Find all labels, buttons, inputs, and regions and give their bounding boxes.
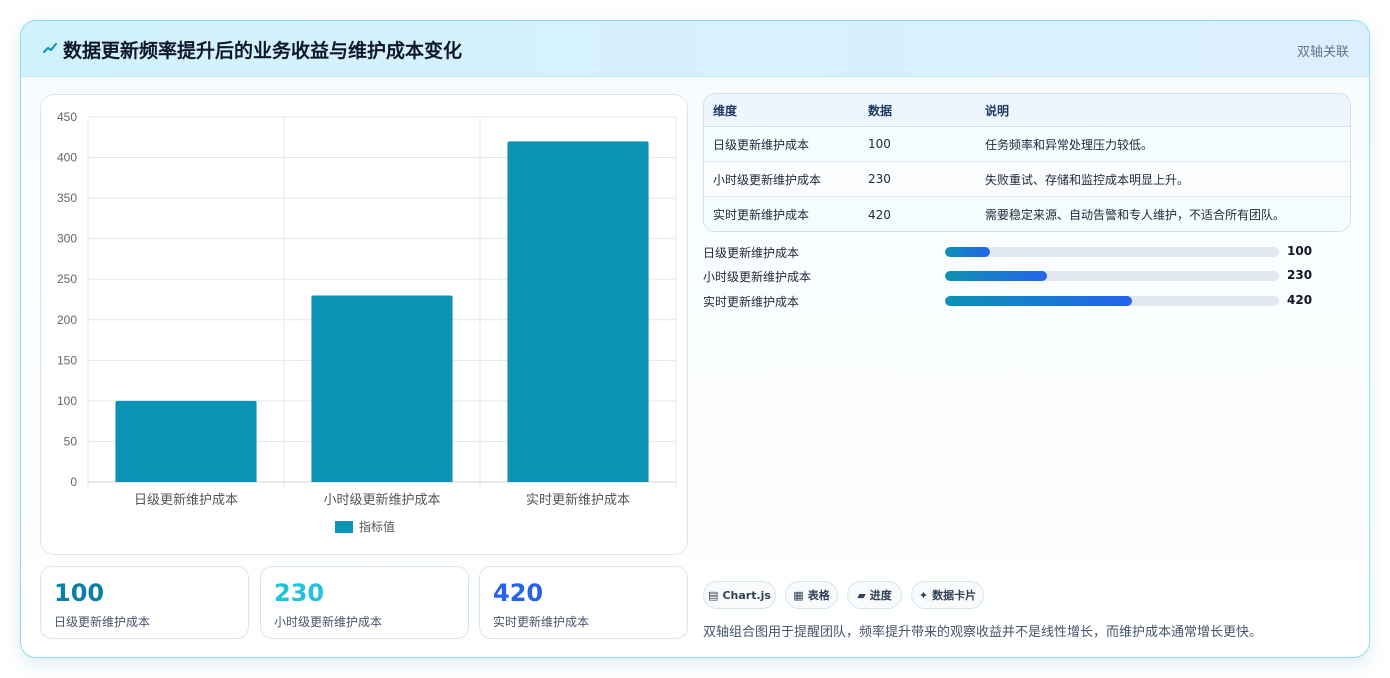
chip-table[interactable]: ▦ 表格 <box>785 581 838 609</box>
progress-icon: ▰ <box>857 588 866 602</box>
progress-fill <box>945 247 990 257</box>
chip-label: Chart.js <box>722 588 771 602</box>
cell-description: 需要稳定来源、自动告警和专人维护，不适合所有团队。 <box>985 208 1286 222</box>
cell-value: 230 <box>868 172 891 186</box>
stat-value: 230 <box>274 579 325 607</box>
column-header-data: 数据 <box>868 103 893 118</box>
table-header-row: 维度 数据 说明 <box>704 94 1350 127</box>
y-tick-label: 450 <box>57 110 77 124</box>
progress-fill <box>945 296 1133 306</box>
cell-dimension: 实时更新维护成本 <box>713 208 810 222</box>
y-tick-label: 50 <box>64 434 78 448</box>
stat-label: 日级更新维护成本 <box>54 615 151 629</box>
progress-label: 实时更新维护成本 <box>703 295 800 309</box>
cell-value: 420 <box>868 207 891 222</box>
table-row: 实时更新维护成本 420 需要稳定来源、自动告警和专人维护，不适合所有团队。 <box>704 197 1350 231</box>
chart-icon: ▤ <box>708 588 719 602</box>
chart-spark-icon <box>43 43 57 53</box>
table-row: 日级更新维护成本 100 任务频率和异常处理压力较低。 <box>704 127 1350 162</box>
data-table: 维度 数据 说明 日级更新维护成本 100 任务频率和异常处理压力较低。 小时级… <box>703 93 1351 232</box>
legend-label: 指标值 <box>359 519 395 534</box>
y-tick-label: 300 <box>57 232 77 246</box>
y-tick-label: 350 <box>57 191 77 205</box>
progress-value: 230 <box>1287 268 1313 282</box>
card-header: 数据更新频率提升后的业务收益与维护成本变化 双轴关联 <box>21 21 1369 77</box>
stat-value: 420 <box>493 579 544 607</box>
progress-label: 小时级更新维护成本 <box>703 270 812 284</box>
chip-progress[interactable]: ▰ 进度 <box>847 581 902 609</box>
progress-row: 小时级更新维护成本 230 <box>703 267 1323 285</box>
table-row: 小时级更新维护成本 230 失败重试、存储和监控成本明显上升。 <box>704 162 1350 197</box>
bar <box>507 141 649 483</box>
progress-track <box>945 247 1279 257</box>
header-badge: 双轴关联 <box>1296 45 1349 60</box>
stat-label: 实时更新维护成本 <box>493 615 590 629</box>
page-title: 数据更新频率提升后的业务收益与维护成本变化 <box>63 40 463 62</box>
cell-dimension: 小时级更新维护成本 <box>713 172 822 187</box>
stat-card: 100 日级更新维护成本 <box>40 566 249 639</box>
chip-chartjs[interactable]: ▤ Chart.js <box>703 581 776 609</box>
bar <box>115 400 257 482</box>
progress-track <box>945 296 1279 306</box>
cell-value: 100 <box>868 137 891 151</box>
progress-value: 100 <box>1287 244 1313 258</box>
x-tick-label: 小时级更新维护成本 <box>323 492 440 508</box>
y-tick-label: 400 <box>57 151 77 165</box>
y-tick-label: 250 <box>57 272 77 286</box>
chip-data-card[interactable]: ✦ 数据卡片 <box>911 581 984 609</box>
progress-row: 日级更新维护成本 100 <box>703 243 1323 261</box>
table-icon: ▦ <box>793 588 804 602</box>
chip-label: 数据卡片 <box>932 589 977 602</box>
footer-note: 双轴组合图用于提醒团队，频率提升带来的观察收益并不是线性增长，而维护成本通常增长… <box>703 625 1263 640</box>
y-tick-label: 150 <box>57 353 77 367</box>
bar-chart-panel: 0 50 100 150 200 250 300 350 400 450 日级更新维护成本 小时级更新… <box>40 94 688 555</box>
cell-dimension: 日级更新维护成本 <box>713 137 810 152</box>
legend-swatch <box>335 521 353 533</box>
y-tick-label: 100 <box>57 394 77 408</box>
dashboard-card: 数据更新频率提升后的业务收益与维护成本变化 双轴关联 0 50 100 150 200 2… <box>20 20 1370 658</box>
progress-row: 实时更新维护成本 420 <box>703 292 1323 310</box>
x-tick-label: 实时更新维护成本 <box>526 492 630 508</box>
bar <box>311 295 453 482</box>
y-tick-label: 200 <box>57 313 77 327</box>
y-tick-label: 0 <box>70 475 77 489</box>
x-tick-label: 日级更新维护成本 <box>134 492 238 508</box>
progress-fill <box>945 271 1048 281</box>
stat-value: 100 <box>54 579 105 607</box>
bar-chart: 0 50 100 150 200 250 300 350 400 450 日级更新维护成本 小时级更新… <box>57 110 677 534</box>
card-icon: ✦ <box>918 588 929 602</box>
stat-card: 420 实时更新维护成本 <box>479 566 688 639</box>
cell-description: 失败重试、存储和监控成本明显上升。 <box>985 172 1190 187</box>
progress-track <box>945 271 1279 281</box>
chip-label: 进度 <box>869 589 892 602</box>
progress-value: 420 <box>1287 293 1313 307</box>
stat-card: 230 小时级更新维护成本 <box>260 566 469 639</box>
column-header-description: 说明 <box>985 103 1010 118</box>
cell-description: 任务频率和异常处理压力较低。 <box>985 137 1154 152</box>
column-header-dimension: 维度 <box>713 103 738 118</box>
progress-label: 日级更新维护成本 <box>703 246 800 260</box>
chip-label: 表格 <box>807 589 830 602</box>
stat-label: 小时级更新维护成本 <box>274 615 383 629</box>
